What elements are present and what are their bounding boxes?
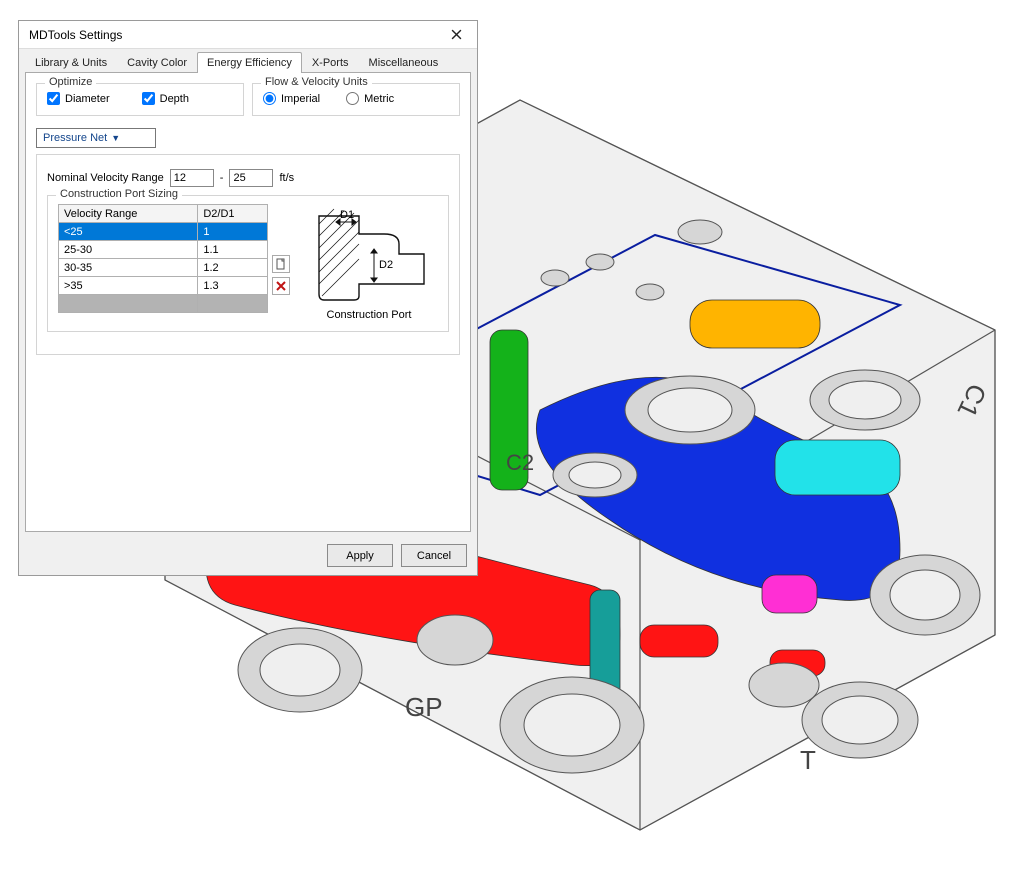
metric-text: Metric [364,93,394,105]
d2-label: D2 [379,259,393,271]
tab-miscellaneous[interactable]: Miscellaneous [359,52,449,73]
diameter-checkbox-label[interactable]: Diameter [47,92,110,105]
tab-cavity-color[interactable]: Cavity Color [117,52,197,73]
cell-ratio: 1 [198,223,268,241]
tab-body: Optimize Diameter Depth Flow & Velocity … [25,72,471,532]
cell-range: 25-30 [59,241,198,259]
optimize-group: Optimize Diameter Depth [36,83,244,116]
cps-th-ratio: D2/D1 [198,205,268,223]
tab-energy-efficiency[interactable]: Energy Efficiency [197,52,302,73]
range-to-input[interactable] [229,169,273,187]
tab-x-ports[interactable]: X-Ports [302,52,359,73]
table-row-new[interactable] [59,295,268,313]
imperial-radio[interactable] [263,92,276,105]
cps-legend: Construction Port Sizing [56,188,182,200]
cancel-button[interactable]: Cancel [401,544,467,567]
range-label: Nominal Velocity Range [47,172,164,184]
label-gp: GP [405,692,443,723]
net-dropdown-value: Pressure Net [43,132,107,144]
d1-label: D1 [340,209,354,221]
cps-th-range: Velocity Range [59,205,198,223]
dialog-title: MDTools Settings [29,28,441,42]
dialog-footer: Apply Cancel [19,538,477,575]
cps-table[interactable]: Velocity Range D2/D1 <25 1 [58,204,268,313]
range-from-input[interactable] [170,169,214,187]
range-dash: - [220,172,224,184]
delete-icon [275,280,287,292]
table-row[interactable]: <25 1 [59,223,268,241]
cell-range: 30-35 [59,259,198,277]
delete-row-button[interactable] [272,277,290,295]
cell-range: >35 [59,277,198,295]
tab-strip: Library & Units Cavity Color Energy Effi… [19,49,477,72]
depth-checkbox[interactable] [142,92,155,105]
table-row[interactable]: 30-35 1.2 [59,259,268,277]
tab-library-units[interactable]: Library & Units [25,52,117,73]
add-row-button[interactable] [272,255,290,273]
apply-button[interactable]: Apply [327,544,393,567]
cps-group: Construction Port Sizing Velocity Range … [47,195,449,332]
depth-text: Depth [160,93,189,105]
diagram-caption: Construction Port [300,309,438,321]
cell-ratio: 1.1 [198,241,268,259]
diameter-text: Diameter [65,93,110,105]
chevron-down-icon: ▼ [111,133,120,143]
document-icon [275,258,287,270]
diameter-checkbox[interactable] [47,92,60,105]
net-dropdown[interactable]: Pressure Net ▼ [36,128,156,148]
close-button[interactable] [441,24,471,46]
units-legend: Flow & Velocity Units [261,76,372,88]
table-row[interactable]: >35 1.3 [59,277,268,295]
titlebar[interactable]: MDTools Settings [19,21,477,49]
table-row[interactable]: 25-30 1.1 [59,241,268,259]
optimize-legend: Optimize [45,76,96,88]
metric-radio[interactable] [346,92,359,105]
cps-diagram: D1 D2 Construction Port [300,204,438,321]
imperial-radio-label[interactable]: Imperial [263,92,320,105]
settings-dialog: MDTools Settings Library & Units Cavity … [18,20,478,576]
range-unit: ft/s [279,172,294,184]
depth-checkbox-label[interactable]: Depth [142,92,189,105]
imperial-text: Imperial [281,93,320,105]
cell-range: <25 [59,223,198,241]
cell-ratio: 1.3 [198,277,268,295]
cell-ratio: 1.2 [198,259,268,277]
metric-radio-label[interactable]: Metric [346,92,394,105]
net-panel: Nominal Velocity Range - ft/s Constructi… [36,154,460,355]
label-c2: C2 [506,450,534,476]
units-group: Flow & Velocity Units Imperial Metric [252,83,460,116]
label-t: T [800,745,816,776]
